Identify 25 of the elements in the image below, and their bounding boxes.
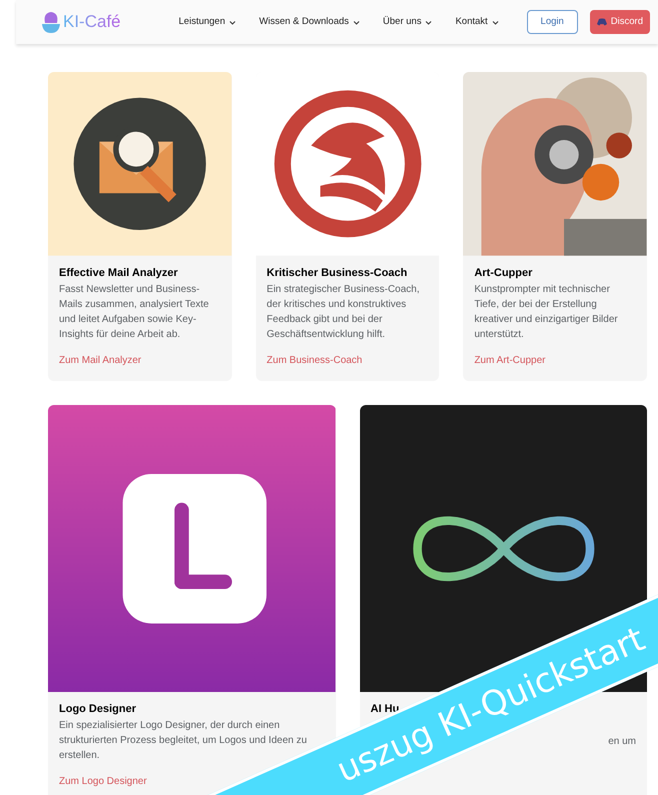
card-link[interactable]: Zum Logo Designer — [59, 775, 147, 788]
nav-link[interactable]: Wissen & Downloads — [259, 14, 360, 30]
card-link[interactable]: Zum Art-Cupper — [474, 354, 546, 367]
nav-link[interactable]: Kontakt — [455, 14, 499, 30]
card-title: Logo Designer — [59, 702, 138, 716]
brain-bowl-logo-icon — [41, 10, 61, 34]
card-description: en um — [608, 736, 636, 750]
card-link[interactable]: Zum Mail Analyzer — [59, 354, 142, 367]
card-description: Fasst Newsletter und Business-Mails zusammen, analysiert Texte und leitet Aufgaben sowie Key-Insights für deine Arbeit ab. — [59, 282, 210, 342]
discord-icon — [596, 18, 607, 26]
card-title: Art-Cupper — [474, 266, 534, 280]
nav-link[interactable]: Leistungen — [178, 14, 236, 30]
card-title: Kritischer Business-Coach — [266, 266, 408, 280]
card-description: Ein spezialisierter Logo Designer, der durch einen strukturierten Prozess begleitet, um Logos und Ideen zu erstellen. — [59, 719, 308, 764]
chevron-down-icon — [492, 20, 499, 24]
nav-link[interactable]: Über uns — [382, 14, 432, 30]
chevron-down-icon — [229, 20, 236, 24]
chevron-down-icon — [352, 20, 360, 24]
card-description: Kunstprompter mit technischer Tiefe, der bei der Erstellung kreativer und einzigartiger Bilder unterstützt. — [474, 282, 619, 342]
card-description: Ein strategischer Business-Coach, der kritisches und konstruktives Feedback gibt und bei der Geschäftsentwicklung hilft. — [266, 282, 421, 342]
discord-button[interactable]: Discord — [590, 10, 650, 34]
card-title: Effective Mail Analyzer — [59, 266, 179, 280]
card-link[interactable]: Zum Business-Coach — [266, 354, 362, 367]
login-button[interactable]: Login — [526, 10, 578, 34]
chevron-down-icon — [425, 20, 432, 24]
